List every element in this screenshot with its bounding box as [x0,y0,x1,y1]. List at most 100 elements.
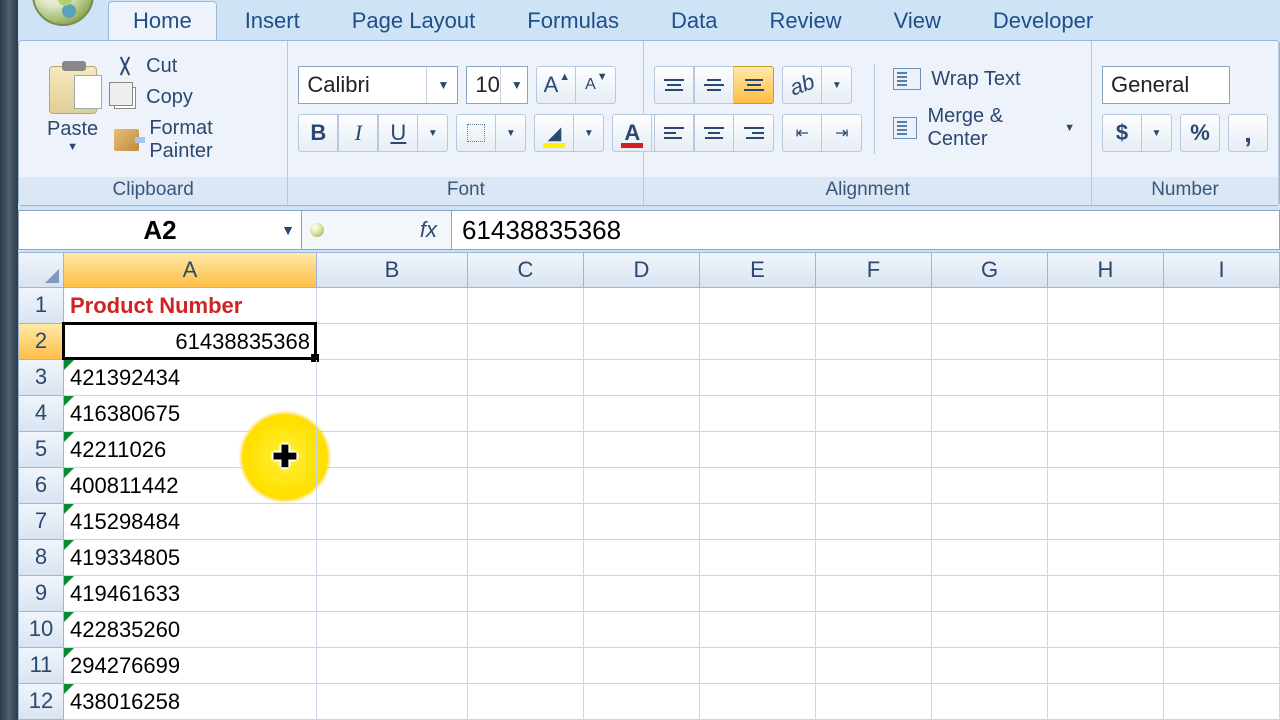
column-header[interactable]: F [816,252,932,288]
increase-indent-button[interactable]: ⇥ [822,114,862,152]
cell[interactable] [700,324,816,360]
align-top-button[interactable] [654,66,694,104]
cell[interactable] [1164,432,1280,468]
tab-formulas[interactable]: Formulas [503,2,643,40]
cell[interactable] [816,540,932,576]
cell[interactable] [1048,540,1164,576]
row-header[interactable]: 9 [18,576,64,612]
borders-menu[interactable]: ▼ [496,114,526,152]
cell[interactable] [1164,360,1280,396]
formula-input[interactable]: 61438835368 [452,210,1280,250]
cell[interactable] [1048,648,1164,684]
fill-color-menu[interactable]: ▼ [574,114,604,152]
cell[interactable] [1164,288,1280,324]
cell[interactable] [932,468,1048,504]
align-bottom-button[interactable] [734,66,774,104]
tab-page-layout[interactable]: Page Layout [328,2,500,40]
cell[interactable] [1048,288,1164,324]
cell[interactable] [1048,612,1164,648]
cell[interactable]: 42211026 [64,432,317,468]
cell[interactable] [816,648,932,684]
cell[interactable] [932,288,1048,324]
percent-button[interactable]: % [1180,114,1220,152]
orientation-button[interactable]: ab [782,66,822,104]
cell[interactable] [932,324,1048,360]
cell[interactable] [317,648,468,684]
cell[interactable] [468,648,584,684]
cell[interactable] [1164,576,1280,612]
chevron-down-icon[interactable]: ▼ [426,67,449,103]
cell[interactable] [932,504,1048,540]
cell[interactable] [584,576,700,612]
font-size-combo[interactable]: 10▼ [466,66,528,104]
cell[interactable] [1048,432,1164,468]
row-header[interactable]: 7 [18,504,64,540]
underline-button[interactable]: U [378,114,418,152]
cell[interactable] [816,396,932,432]
orientation-menu[interactable]: ▼ [822,66,852,104]
cell[interactable] [317,684,468,720]
cell[interactable] [932,432,1048,468]
cell[interactable] [700,684,816,720]
cell[interactable]: 294276699 [64,648,317,684]
column-header[interactable]: A [64,252,317,288]
cell[interactable] [700,432,816,468]
column-header[interactable]: C [468,252,584,288]
cell[interactable] [1164,684,1280,720]
cell[interactable] [1164,612,1280,648]
cell[interactable] [700,576,816,612]
chevron-down-icon[interactable]: ▼ [1064,122,1075,134]
number-format-combo[interactable]: General [1102,66,1230,104]
format-painter-button[interactable]: Format Painter [114,117,277,163]
paste-button[interactable]: Paste ▼ [29,66,108,153]
cell[interactable] [1164,324,1280,360]
chevron-down-icon[interactable]: ▼ [500,67,523,103]
cell[interactable] [700,360,816,396]
row-header[interactable]: 5 [18,432,64,468]
currency-menu[interactable]: ▼ [1142,114,1172,152]
row-header[interactable]: 4 [18,396,64,432]
cell[interactable] [468,288,584,324]
cell[interactable] [816,432,932,468]
cell[interactable] [317,612,468,648]
cell[interactable] [1048,396,1164,432]
cell[interactable] [317,468,468,504]
cell[interactable] [468,612,584,648]
tab-insert[interactable]: Insert [221,2,324,40]
cut-button[interactable]: Cut [114,55,277,78]
cell[interactable] [700,540,816,576]
cell[interactable] [816,468,932,504]
column-header[interactable]: D [584,252,700,288]
cell[interactable] [932,396,1048,432]
cell[interactable] [584,648,700,684]
cell[interactable] [1048,360,1164,396]
cell[interactable] [1164,504,1280,540]
cell[interactable] [317,396,468,432]
cell[interactable]: 438016258 [64,684,317,720]
cell[interactable] [700,504,816,540]
cell[interactable] [317,324,468,360]
cell[interactable] [584,504,700,540]
align-left-button[interactable] [654,114,694,152]
cell[interactable] [317,432,468,468]
cell[interactable] [1048,576,1164,612]
align-right-button[interactable] [734,114,774,152]
row-header[interactable]: 1 [18,288,64,324]
tab-review[interactable]: Review [745,2,865,40]
cell[interactable]: 419334805 [64,540,317,576]
cell[interactable] [700,612,816,648]
tab-home[interactable]: Home [108,1,217,40]
insert-function-button[interactable]: fx [302,210,452,250]
cell[interactable] [1048,684,1164,720]
cell[interactable] [932,576,1048,612]
cell[interactable] [584,360,700,396]
cell[interactable] [932,612,1048,648]
merge-center-button[interactable]: Merge & Center▼ [887,103,1081,153]
italic-button[interactable]: I [338,114,378,152]
cell[interactable] [468,540,584,576]
cell[interactable] [317,540,468,576]
row-header[interactable]: 2 [18,324,64,360]
underline-menu[interactable]: ▼ [418,114,448,152]
cell[interactable] [468,324,584,360]
cell[interactable] [932,540,1048,576]
